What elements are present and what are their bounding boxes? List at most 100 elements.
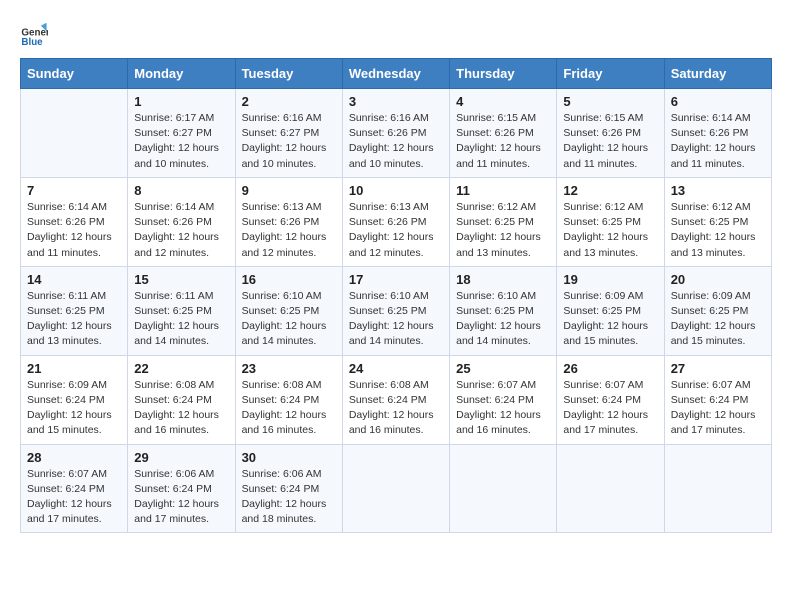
cell-w3-d3: 16 Sunrise: 6:10 AMSunset: 6:25 PMDayligh…	[235, 266, 342, 355]
cell-w1-d5: 4 Sunrise: 6:15 AMSunset: 6:26 PMDaylight…	[450, 89, 557, 178]
header-friday: Friday	[557, 59, 664, 89]
day-info: Sunrise: 6:15 AMSunset: 6:26 PMDaylight:…	[563, 111, 657, 172]
day-info: Sunrise: 6:12 AMSunset: 6:25 PMDaylight:…	[671, 200, 765, 261]
cell-w4-d1: 21Sunrise: 6:09 AMSunset: 6:24 PMDayligh…	[21, 355, 128, 444]
cell-w1-d4: 3 Sunrise: 6:16 AMSunset: 6:26 PMDaylight…	[342, 89, 449, 178]
day-info: Sunrise: 6:11 AMSunset: 6:25 PMDaylight:…	[27, 289, 121, 350]
day-number: 27	[671, 361, 765, 376]
cell-w2-d7: 13Sunrise: 6:12 AMSunset: 6:25 PMDayligh…	[664, 177, 771, 266]
page-header: General Blue	[20, 20, 772, 48]
day-number: 23	[242, 361, 336, 376]
day-info: Sunrise: 6:10 AMSunset: 6:25 PMDaylight:…	[456, 289, 550, 350]
header-thursday: Thursday	[450, 59, 557, 89]
day-info: Sunrise: 6:12 AMSunset: 6:25 PMDaylight:…	[456, 200, 550, 261]
day-number: 11	[456, 183, 550, 198]
week-row-2: 7 Sunrise: 6:14 AMSunset: 6:26 PMDaylight…	[21, 177, 772, 266]
day-number: 26	[563, 361, 657, 376]
day-info: Sunrise: 6:16 AMSunset: 6:27 PMDaylight:…	[242, 111, 336, 172]
day-number: 9	[242, 183, 336, 198]
day-number: 18	[456, 272, 550, 287]
day-number: 6	[671, 94, 765, 109]
cell-w3-d7: 20 Sunrise: 6:09 AMSunset: 6:25 PMDayligh…	[664, 266, 771, 355]
calendar-table: SundayMondayTuesdayWednesdayThursdayFrid…	[20, 58, 772, 533]
day-number: 16	[242, 272, 336, 287]
cell-w1-d2: 1 Sunrise: 6:17 AMSunset: 6:27 PMDaylight…	[128, 89, 235, 178]
day-info: Sunrise: 6:06 AMSunset: 6:24 PMDaylight:…	[134, 467, 228, 528]
day-number: 30	[242, 450, 336, 465]
day-info: Sunrise: 6:08 AMSunset: 6:24 PMDaylight:…	[134, 378, 228, 439]
day-number: 25	[456, 361, 550, 376]
day-number: 15	[134, 272, 228, 287]
day-info: Sunrise: 6:13 AMSunset: 6:26 PMDaylight:…	[242, 200, 336, 261]
cell-w5-d2: 29 Sunrise: 6:06 AMSunset: 6:24 PMDayligh…	[128, 444, 235, 533]
cell-w5-d6	[557, 444, 664, 533]
day-number: 2	[242, 94, 336, 109]
day-info: Sunrise: 6:07 AMSunset: 6:24 PMDaylight:…	[456, 378, 550, 439]
week-row-5: 28Sunrise: 6:07 AMSunset: 6:24 PMDayligh…	[21, 444, 772, 533]
logo: General Blue	[20, 20, 52, 48]
day-info: Sunrise: 6:07 AMSunset: 6:24 PMDaylight:…	[671, 378, 765, 439]
day-info: Sunrise: 6:09 AMSunset: 6:25 PMDaylight:…	[563, 289, 657, 350]
svg-text:Blue: Blue	[21, 37, 43, 48]
logo-icon: General Blue	[20, 20, 48, 48]
cell-w4-d2: 22 Sunrise: 6:08 AMSunset: 6:24 PMDayligh…	[128, 355, 235, 444]
header-tuesday: Tuesday	[235, 59, 342, 89]
day-info: Sunrise: 6:10 AMSunset: 6:25 PMDaylight:…	[242, 289, 336, 350]
day-info: Sunrise: 6:07 AMSunset: 6:24 PMDaylight:…	[27, 467, 121, 528]
cell-w1-d6: 5 Sunrise: 6:15 AMSunset: 6:26 PMDaylight…	[557, 89, 664, 178]
cell-w1-d1	[21, 89, 128, 178]
day-info: Sunrise: 6:14 AMSunset: 6:26 PMDaylight:…	[671, 111, 765, 172]
cell-w2-d3: 9 Sunrise: 6:13 AMSunset: 6:26 PMDaylight…	[235, 177, 342, 266]
cell-w2-d5: 11 Sunrise: 6:12 AMSunset: 6:25 PMDayligh…	[450, 177, 557, 266]
cell-w3-d5: 18 Sunrise: 6:10 AMSunset: 6:25 PMDayligh…	[450, 266, 557, 355]
day-info: Sunrise: 6:17 AMSunset: 6:27 PMDaylight:…	[134, 111, 228, 172]
day-number: 29	[134, 450, 228, 465]
header-saturday: Saturday	[664, 59, 771, 89]
cell-w3-d6: 19 Sunrise: 6:09 AMSunset: 6:25 PMDayligh…	[557, 266, 664, 355]
day-info: Sunrise: 6:15 AMSunset: 6:26 PMDaylight:…	[456, 111, 550, 172]
header-monday: Monday	[128, 59, 235, 89]
day-info: Sunrise: 6:08 AMSunset: 6:24 PMDaylight:…	[242, 378, 336, 439]
calendar-header-row: SundayMondayTuesdayWednesdayThursdayFrid…	[21, 59, 772, 89]
cell-w4-d6: 26Sunrise: 6:07 AMSunset: 6:24 PMDayligh…	[557, 355, 664, 444]
day-number: 5	[563, 94, 657, 109]
week-row-3: 14 Sunrise: 6:11 AMSunset: 6:25 PMDayligh…	[21, 266, 772, 355]
cell-w2-d1: 7Sunrise: 6:14 AMSunset: 6:26 PMDaylight…	[21, 177, 128, 266]
cell-w1-d7: 6 Sunrise: 6:14 AMSunset: 6:26 PMDaylight…	[664, 89, 771, 178]
day-info: Sunrise: 6:11 AMSunset: 6:25 PMDaylight:…	[134, 289, 228, 350]
day-info: Sunrise: 6:10 AMSunset: 6:25 PMDaylight:…	[349, 289, 443, 350]
day-info: Sunrise: 6:16 AMSunset: 6:26 PMDaylight:…	[349, 111, 443, 172]
header-sunday: Sunday	[21, 59, 128, 89]
cell-w4-d4: 24 Sunrise: 6:08 AMSunset: 6:24 PMDayligh…	[342, 355, 449, 444]
day-number: 4	[456, 94, 550, 109]
cell-w5-d3: 30 Sunrise: 6:06 AMSunset: 6:24 PMDayligh…	[235, 444, 342, 533]
cell-w4-d5: 25 Sunrise: 6:07 AMSunset: 6:24 PMDayligh…	[450, 355, 557, 444]
day-info: Sunrise: 6:12 AMSunset: 6:25 PMDaylight:…	[563, 200, 657, 261]
day-info: Sunrise: 6:13 AMSunset: 6:26 PMDaylight:…	[349, 200, 443, 261]
day-number: 12	[563, 183, 657, 198]
cell-w3-d4: 17 Sunrise: 6:10 AMSunset: 6:25 PMDayligh…	[342, 266, 449, 355]
day-info: Sunrise: 6:06 AMSunset: 6:24 PMDaylight:…	[242, 467, 336, 528]
day-number: 7	[27, 183, 121, 198]
day-number: 24	[349, 361, 443, 376]
cell-w4-d3: 23 Sunrise: 6:08 AMSunset: 6:24 PMDayligh…	[235, 355, 342, 444]
day-info: Sunrise: 6:14 AMSunset: 6:26 PMDaylight:…	[134, 200, 228, 261]
day-number: 17	[349, 272, 443, 287]
cell-w4-d7: 27 Sunrise: 6:07 AMSunset: 6:24 PMDayligh…	[664, 355, 771, 444]
day-number: 1	[134, 94, 228, 109]
day-info: Sunrise: 6:08 AMSunset: 6:24 PMDaylight:…	[349, 378, 443, 439]
day-number: 8	[134, 183, 228, 198]
cell-w5-d1: 28Sunrise: 6:07 AMSunset: 6:24 PMDayligh…	[21, 444, 128, 533]
header-wednesday: Wednesday	[342, 59, 449, 89]
day-number: 22	[134, 361, 228, 376]
cell-w5-d4	[342, 444, 449, 533]
day-number: 14	[27, 272, 121, 287]
day-number: 10	[349, 183, 443, 198]
week-row-1: 1 Sunrise: 6:17 AMSunset: 6:27 PMDaylight…	[21, 89, 772, 178]
cell-w1-d3: 2 Sunrise: 6:16 AMSunset: 6:27 PMDaylight…	[235, 89, 342, 178]
day-number: 3	[349, 94, 443, 109]
cell-w5-d7	[664, 444, 771, 533]
day-info: Sunrise: 6:09 AMSunset: 6:25 PMDaylight:…	[671, 289, 765, 350]
day-number: 19	[563, 272, 657, 287]
day-number: 20	[671, 272, 765, 287]
